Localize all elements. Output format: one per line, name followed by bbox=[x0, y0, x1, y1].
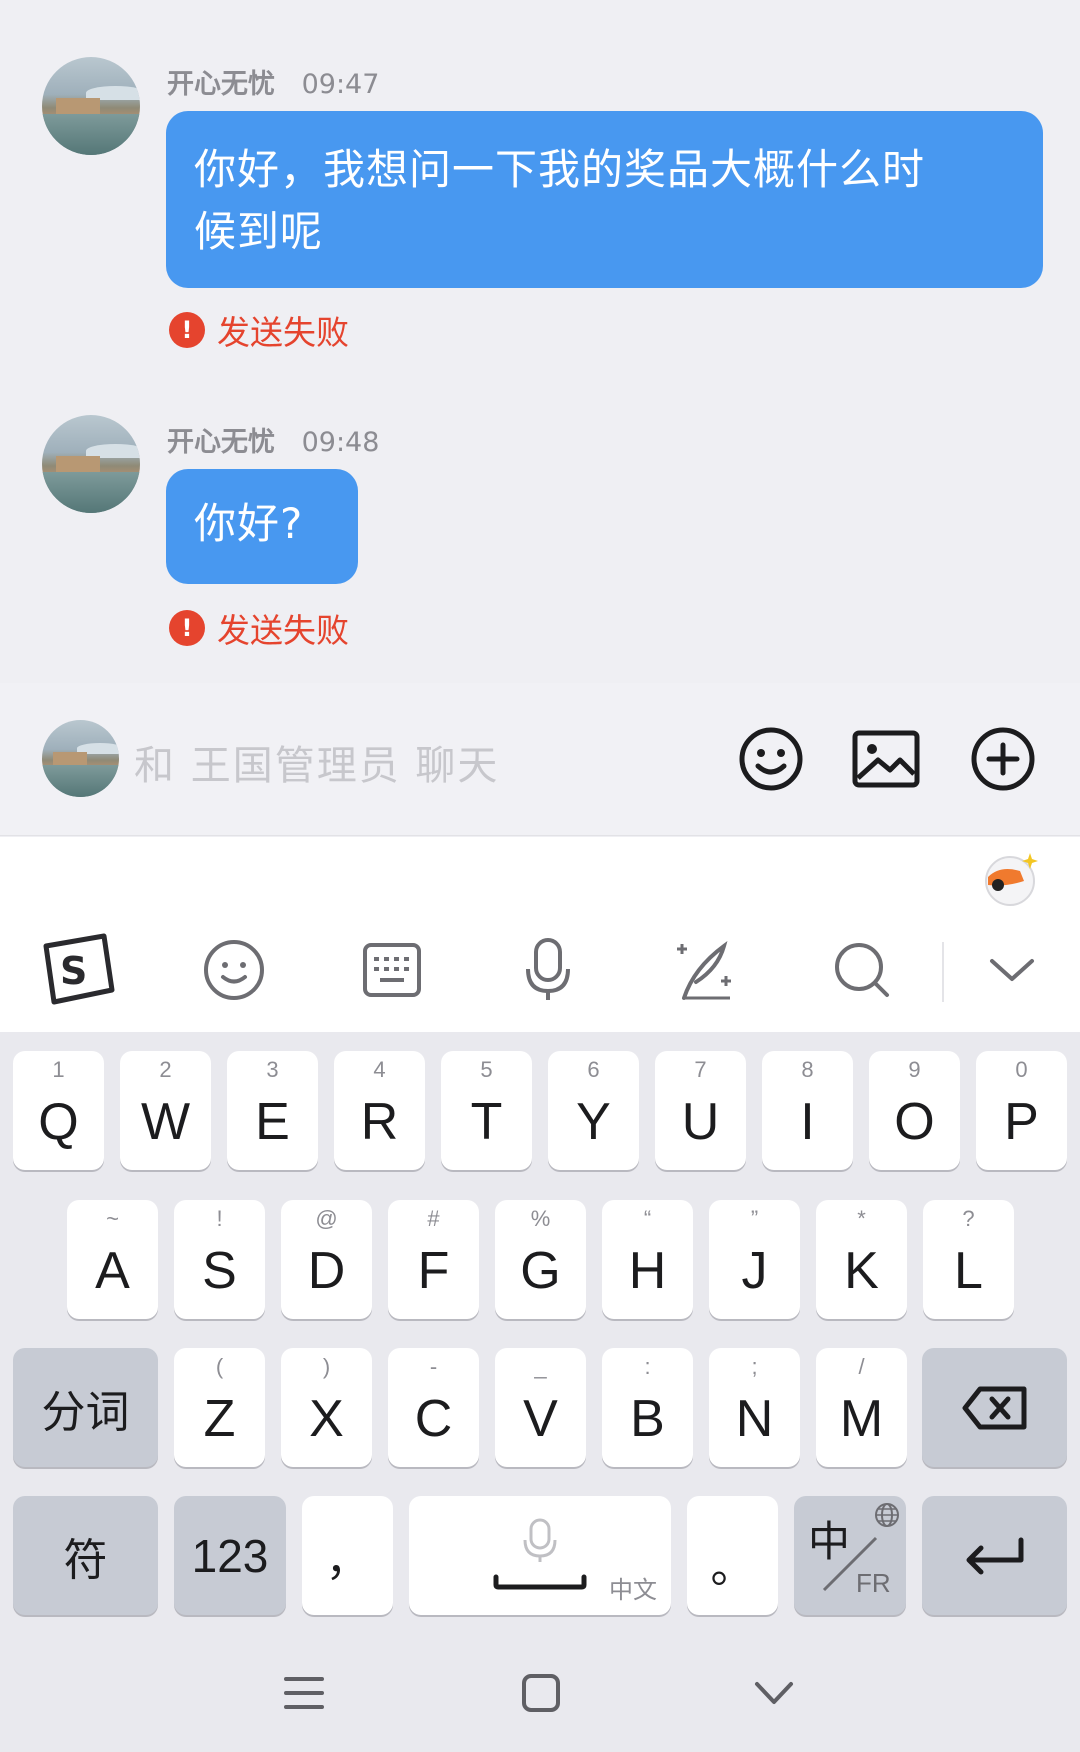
sender-name: 开心无忧 bbox=[167, 427, 275, 458]
key-i[interactable]: 8I bbox=[762, 1051, 853, 1170]
sender-name: 开心无忧 bbox=[167, 69, 275, 100]
handwriting-icon[interactable] bbox=[666, 930, 746, 1010]
message-bubble[interactable]: 你好，我想问一下我的奖品大概什么时 候到呢 bbox=[166, 111, 1043, 288]
message-time: 09:47 bbox=[301, 69, 380, 100]
avatar[interactable] bbox=[42, 57, 140, 155]
key-z[interactable]: (Z bbox=[174, 1348, 265, 1467]
key-f[interactable]: # F bbox=[388, 1200, 479, 1319]
key-t[interactable]: 5T bbox=[441, 1051, 532, 1170]
message-meta: 开心无忧 09:47 bbox=[167, 62, 379, 101]
soft-keyboard: S 1Q 2W 3E 4R 5T 6Y 7U 8I 9O 0P ~ A ! S … bbox=[0, 837, 1080, 1752]
enter-key[interactable] bbox=[922, 1496, 1067, 1615]
segment-key[interactable]: 分词 bbox=[13, 1348, 158, 1467]
message-input[interactable]: 和 王国管理员 聊天 bbox=[134, 733, 499, 791]
keyboard-icon[interactable] bbox=[352, 930, 432, 1010]
menu-icon[interactable] bbox=[284, 1675, 324, 1711]
key-w[interactable]: 2W bbox=[120, 1051, 211, 1170]
key-l[interactable]: ? L bbox=[923, 1200, 1014, 1319]
search-icon[interactable] bbox=[822, 930, 902, 1010]
image-icon[interactable] bbox=[851, 724, 921, 794]
key-o[interactable]: 9O bbox=[869, 1051, 960, 1170]
key-h[interactable]: “H bbox=[602, 1200, 693, 1319]
svg-text:S: S bbox=[60, 949, 87, 993]
key-q[interactable]: 1Q bbox=[13, 1051, 104, 1170]
send-failed-indicator[interactable]: ! 发送失败 bbox=[169, 604, 349, 652]
key-b[interactable]: :B bbox=[602, 1348, 693, 1467]
symbol-key[interactable]: 符 bbox=[13, 1496, 158, 1615]
message-input-bar: 和 王国管理员 聊天 bbox=[0, 683, 1080, 836]
language-switch-key[interactable]: 中 FR bbox=[794, 1496, 906, 1615]
avatar[interactable] bbox=[42, 720, 119, 797]
sogou-logo-icon[interactable]: S bbox=[38, 930, 118, 1010]
space-bar-icon bbox=[493, 1574, 587, 1590]
key-r[interactable]: 4R bbox=[334, 1051, 425, 1170]
send-failed-indicator[interactable]: ! 发送失败 bbox=[169, 306, 349, 354]
toolbar-divider bbox=[942, 942, 944, 1002]
number-key[interactable]: 123 bbox=[174, 1496, 286, 1615]
key-s[interactable]: ! S bbox=[174, 1200, 265, 1319]
microphone-icon bbox=[523, 1518, 557, 1562]
alert-icon: ! bbox=[169, 312, 205, 348]
backspace-key[interactable] bbox=[922, 1348, 1067, 1467]
comma-key[interactable]: ， bbox=[302, 1496, 393, 1615]
emoji-icon[interactable] bbox=[736, 724, 806, 794]
message-meta: 开心无忧 09:48 bbox=[167, 420, 379, 459]
send-status: 发送失败 bbox=[217, 313, 349, 352]
microphone-icon[interactable] bbox=[508, 930, 588, 1010]
globe-icon bbox=[875, 1503, 899, 1527]
key-m[interactable]: / M bbox=[816, 1348, 907, 1467]
key-j[interactable]: ” J bbox=[709, 1200, 800, 1319]
message-bubble[interactable]: 你好? bbox=[166, 469, 358, 584]
emoji-icon[interactable] bbox=[194, 930, 274, 1010]
key-n[interactable]: ; N bbox=[709, 1348, 800, 1467]
key-e[interactable]: 3E bbox=[227, 1051, 318, 1170]
key-v[interactable]: _ V bbox=[495, 1348, 586, 1467]
key-g[interactable]: % G bbox=[495, 1200, 586, 1319]
back-chevron-icon[interactable] bbox=[754, 1680, 794, 1706]
key-k[interactable]: * K bbox=[816, 1200, 907, 1319]
plus-icon[interactable] bbox=[968, 724, 1038, 794]
key-p[interactable]: 0P bbox=[976, 1051, 1067, 1170]
return-icon bbox=[966, 1537, 1023, 1574]
key-x[interactable]: ) X bbox=[281, 1348, 372, 1467]
home-icon[interactable] bbox=[521, 1673, 561, 1713]
key-y[interactable]: 6Y bbox=[548, 1051, 639, 1170]
key-d[interactable]: @ D bbox=[281, 1200, 372, 1319]
message-text-line: 候到呢 bbox=[194, 207, 324, 256]
key-u[interactable]: 7U bbox=[655, 1051, 746, 1170]
message-text: 你好? bbox=[194, 499, 304, 548]
key-c[interactable]: -C bbox=[388, 1348, 479, 1467]
key-a[interactable]: ~ A bbox=[67, 1200, 158, 1319]
mascot-icon[interactable] bbox=[980, 847, 1042, 909]
system-nav-bar bbox=[0, 1620, 1080, 1752]
chat-area: 开心无忧 09:47 你好，我想问一下我的奖品大概什么时 候到呢 ! 发送失败 … bbox=[0, 0, 1080, 683]
space-key[interactable]: 中文 bbox=[409, 1496, 671, 1615]
backspace-icon bbox=[962, 1386, 1026, 1429]
send-status: 发送失败 bbox=[217, 611, 349, 650]
keyboard-toolbar: S bbox=[0, 837, 1080, 1032]
alert-icon: ! bbox=[169, 610, 205, 646]
message-time: 09:48 bbox=[301, 427, 380, 458]
message-text-line: 你好，我想问一下我的奖品大概什么时 bbox=[194, 145, 926, 194]
chevron-down-icon[interactable] bbox=[972, 930, 1052, 1010]
period-key[interactable]: 。 bbox=[687, 1496, 778, 1615]
avatar[interactable] bbox=[42, 415, 140, 513]
